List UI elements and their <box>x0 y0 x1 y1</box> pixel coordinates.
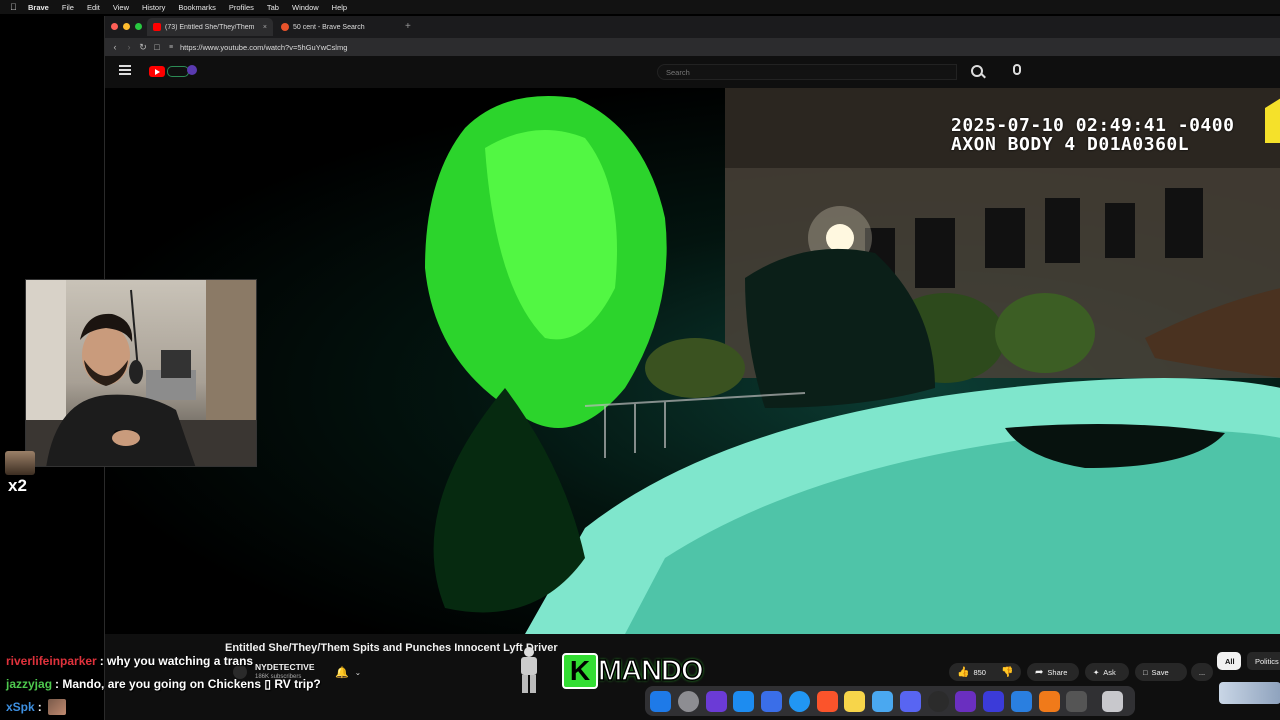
mail-icon[interactable] <box>872 690 894 712</box>
chat-text: : <box>37 699 42 714</box>
chat-username: riverlifeinparker <box>6 654 97 668</box>
system-settings-icon[interactable] <box>677 690 699 712</box>
launchpad-icon[interactable] <box>983 690 1005 712</box>
tab-youtube-video[interactable]: (73) Entitled She/They/Them × <box>147 18 273 36</box>
menu-view[interactable]: View <box>113 3 129 12</box>
obs-icon[interactable] <box>927 690 949 712</box>
chat-message: jazzyjag : Mando, are you going on Chick… <box>0 672 520 695</box>
doodle-mark-icon <box>167 66 189 77</box>
maximize-window-button[interactable] <box>135 23 142 30</box>
chat-username: jazzyjag <box>6 676 53 691</box>
chat-message: xSpk : <box>0 695 520 718</box>
bodycam-timestamp: 2025-07-10 02:49:41 -0400 <box>951 115 1235 136</box>
search-input[interactable]: Search <box>657 64 957 80</box>
tab-bar: (73) Entitled She/They/Them × 50 cent - … <box>105 16 1280 38</box>
share-label: Share <box>1047 667 1068 677</box>
menu-tab[interactable]: Tab <box>267 3 279 12</box>
save-label: Save <box>1151 667 1169 677</box>
menu-help[interactable]: Help <box>332 3 347 12</box>
youtube-logo[interactable] <box>149 65 199 80</box>
menu-app-name[interactable]: Brave <box>28 3 49 12</box>
menu-window[interactable]: Window <box>292 3 319 12</box>
mando-wordmark: MANDO <box>597 654 704 688</box>
streaming-app-icon[interactable] <box>955 690 977 712</box>
menu-history[interactable]: History <box>142 3 165 12</box>
chat-text: : Mando, are you going on Chickens ▯ RV … <box>55 676 321 691</box>
chat-message: riverlifeinparker : why you watching a t… <box>0 650 520 672</box>
save-button[interactable]: □ Save <box>1135 663 1187 681</box>
minimize-window-button[interactable] <box>123 23 130 30</box>
forward-icon[interactable]: › <box>122 42 136 52</box>
chat-text: : why you watching a trans <box>99 654 254 668</box>
reload-icon[interactable]: ↻ <box>136 42 150 53</box>
finder-icon[interactable] <box>650 690 671 712</box>
brave-search-favicon-icon <box>281 23 289 31</box>
menu-bookmarks[interactable]: Bookmarks <box>178 3 216 12</box>
app-store-icon[interactable] <box>733 690 755 712</box>
more-actions-button[interactable]: ... <box>1191 663 1213 681</box>
mando-brand-logo: K MANDO <box>562 651 716 691</box>
youtube-header: Search <box>105 56 1280 88</box>
menu-profiles[interactable]: Profiles <box>229 3 254 12</box>
arc-browser-icon[interactable] <box>761 690 783 712</box>
viewer-avatar <box>5 451 35 475</box>
notes-icon[interactable] <box>844 690 866 712</box>
doodle-badge-icon <box>187 65 197 75</box>
apple-menu-icon[interactable]:  <box>10 2 22 12</box>
ask-label: Ask <box>1103 667 1116 677</box>
utility-app-icon[interactable] <box>1066 690 1088 712</box>
discord-icon[interactable] <box>899 690 921 712</box>
macos-menubar:  Brave File Edit View History Bookmarks… <box>0 0 1280 14</box>
close-window-button[interactable] <box>111 23 118 30</box>
bookmark-icon[interactable]: □ <box>150 42 164 52</box>
vpn-shield-icon[interactable] <box>705 690 727 712</box>
finder-folder-icon[interactable] <box>1010 690 1032 712</box>
like-dislike-group: 👍 850 👎 <box>949 663 1021 681</box>
tab-label: (73) Entitled She/They/Them <box>165 23 255 31</box>
bodycam-footage <box>425 88 1280 634</box>
menu-edit[interactable]: Edit <box>87 3 100 12</box>
related-video-thumbnail[interactable] <box>1219 682 1280 704</box>
mascot-figure-icon <box>516 647 542 695</box>
share-icon: ➦ <box>1035 666 1044 678</box>
vlc-icon[interactable] <box>1038 690 1060 712</box>
chip-all[interactable]: All <box>1217 652 1241 670</box>
stream-chat: riverlifeinparker : why you watching a t… <box>0 650 520 720</box>
mando-k-mark-icon: K <box>562 653 598 689</box>
thumbs-down-icon[interactable]: 👎 <box>1001 667 1013 678</box>
tab-brave-search[interactable]: 50 cent - Brave Search <box>275 18 393 36</box>
ask-button[interactable]: ✦ Ask <box>1085 663 1129 681</box>
viewer-badge: x2 <box>8 476 27 495</box>
chat-username: xSpk <box>6 699 35 714</box>
hamburger-menu-icon[interactable] <box>119 65 131 75</box>
chip-politics[interactable]: Politics <box>1247 652 1280 670</box>
tab-label: 50 cent - Brave Search <box>293 23 365 31</box>
bodycam-device-id: AXON BODY 4 D01A0360L <box>951 134 1190 155</box>
url-field[interactable]: https://www.youtube.com/watch?v=5hGuYwCs… <box>180 43 347 52</box>
webcam-feed <box>26 280 256 466</box>
youtube-favicon-icon <box>153 23 161 31</box>
chat-emote-icon <box>47 698 66 715</box>
sparkle-icon: ✦ <box>1093 667 1100 677</box>
streamer-webcam <box>25 279 257 467</box>
safari-icon[interactable] <box>788 690 810 712</box>
brave-browser-icon[interactable] <box>816 690 838 712</box>
menu-file[interactable]: File <box>62 3 74 12</box>
site-settings-icon[interactable]: ≡ <box>164 44 178 51</box>
new-tab-icon[interactable]: + <box>405 21 411 32</box>
share-button[interactable]: ➦ Share <box>1027 663 1079 681</box>
browser-window: (73) Entitled She/They/Them × 50 cent - … <box>104 16 1280 720</box>
trash-icon[interactable] <box>1102 690 1124 712</box>
address-bar-row: ‹ › ↻ □ ≡ https://www.youtube.com/watch?… <box>105 38 1280 56</box>
more-icon: ... <box>1198 667 1206 677</box>
thumbs-up-icon[interactable]: 👍 <box>957 667 969 678</box>
microphone-icon[interactable] <box>1013 64 1021 75</box>
video-player[interactable]: 2025-07-10 02:49:41 -0400 AXON BODY 4 D0… <box>105 88 1280 634</box>
back-icon[interactable]: ‹ <box>108 42 122 52</box>
macos-dock <box>645 686 1135 716</box>
save-icon: □ <box>1143 667 1148 677</box>
like-count[interactable]: 850 <box>973 668 986 677</box>
bodycam-timestamp-overlay: 2025-07-10 02:49:41 -0400 AXON BODY 4 D0… <box>951 116 1234 154</box>
close-tab-icon[interactable]: × <box>263 24 267 31</box>
